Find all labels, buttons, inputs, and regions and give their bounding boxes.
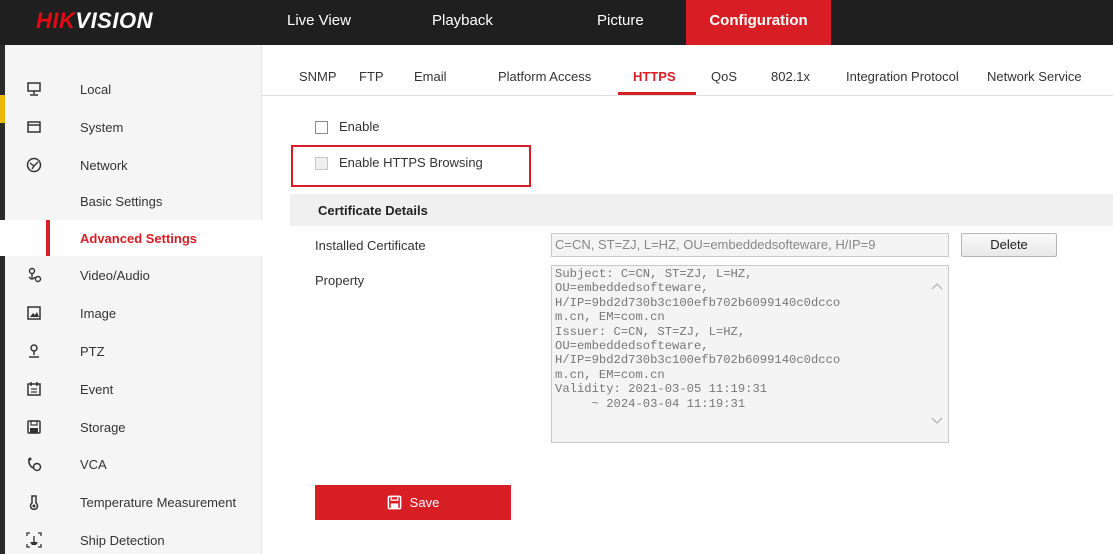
sidebar-item-label: Basic Settings	[80, 193, 163, 209]
tab-ftp[interactable]: FTP	[359, 69, 384, 84]
storage-icon	[26, 419, 42, 435]
sidebar-item-network[interactable]: Network	[0, 147, 262, 183]
sidebar-item-label: Video/Audio	[80, 267, 150, 283]
sidebar-item-label: Network	[80, 157, 128, 173]
sidebar-item-label: Event	[80, 381, 114, 397]
sidebar-item-label: PTZ	[80, 343, 105, 359]
image-icon	[26, 305, 42, 321]
ptz-icon	[26, 343, 42, 359]
vca-icon	[26, 456, 42, 472]
sidebar-item-vca[interactable]: VCA	[0, 446, 262, 482]
scroll-down-icon[interactable]	[930, 416, 944, 430]
tab-https[interactable]: HTTPS	[633, 69, 676, 84]
sidebar-item-temperature-measurement[interactable]: Temperature Measurement	[0, 484, 262, 520]
sidebar-item-basic-settings[interactable]: Basic Settings	[0, 183, 262, 219]
property-label: Property	[315, 273, 365, 288]
sidebar-item-storage[interactable]: Storage	[0, 409, 262, 445]
scroll-up-icon[interactable]	[930, 281, 944, 295]
sidebar-item-label: Ship Detection	[80, 532, 165, 548]
nav-playback[interactable]: Playback	[432, 0, 493, 45]
tab-8021x[interactable]: 802.1x	[771, 69, 810, 84]
sidebar-item-ship-detection[interactable]: Ship Detection	[0, 522, 262, 554]
section-title: Certificate Details	[318, 203, 428, 218]
nav-picture[interactable]: Picture	[597, 0, 644, 45]
save-icon	[387, 495, 402, 510]
event-icon	[26, 381, 42, 397]
nav-configuration[interactable]: Configuration	[686, 0, 831, 45]
nav-live-view[interactable]: Live View	[287, 0, 351, 45]
thermometer-icon	[26, 494, 42, 511]
sidebar-item-local[interactable]: Local	[0, 71, 262, 107]
enable-checkbox[interactable]	[315, 121, 328, 134]
sidebar-item-label: Advanced Settings	[80, 230, 198, 246]
tab-snmp[interactable]: SNMP	[299, 69, 337, 84]
tab-platform-access[interactable]: Platform Access	[498, 69, 591, 84]
monitor-icon	[26, 81, 42, 97]
video-audio-icon	[26, 267, 42, 283]
sidebar-item-event[interactable]: Event	[0, 371, 262, 407]
sidebar-item-image[interactable]: Image	[0, 295, 262, 331]
installed-certificate-field[interactable]: C=CN, ST=ZJ, L=HZ, OU=embeddedsofteware,…	[551, 233, 949, 257]
save-button[interactable]: Save	[315, 485, 511, 520]
sidebar-item-system[interactable]: System	[0, 109, 262, 145]
sidebar-item-ptz[interactable]: PTZ	[0, 333, 262, 369]
delete-button[interactable]: Delete	[961, 233, 1057, 257]
enable-https-browsing-checkbox[interactable]	[315, 157, 328, 170]
tab-email[interactable]: Email	[414, 69, 447, 84]
sidebar-item-advanced-settings[interactable]: Advanced Settings	[0, 220, 262, 256]
top-navigation-bar: HIKVISION Live View Playback Picture Con…	[0, 0, 1113, 45]
hikvision-logo: HIKVISION	[36, 8, 153, 33]
installed-certificate-label: Installed Certificate	[315, 238, 426, 253]
property-text: Subject: C=CN, ST=ZJ, L=HZ, OU=embeddeds…	[555, 267, 841, 411]
certificate-details-header: Certificate Details	[290, 194, 1113, 226]
system-icon	[26, 119, 42, 135]
ship-detection-icon	[26, 532, 42, 548]
sidebar: Local System Network Basic Settings Adva…	[0, 45, 262, 554]
sidebar-item-video-audio[interactable]: Video/Audio	[0, 257, 262, 293]
enable-https-browsing-label: Enable HTTPS Browsing	[339, 155, 483, 170]
sidebar-item-label: Storage	[80, 419, 126, 435]
sidebar-item-label: Temperature Measurement	[80, 494, 237, 510]
tab-bar: SNMP FTP Email Platform Access HTTPS QoS…	[262, 45, 1113, 96]
tab-qos[interactable]: QoS	[711, 69, 737, 84]
sidebar-item-label: System	[80, 119, 124, 135]
network-icon	[26, 157, 42, 173]
sidebar-item-label: Image	[80, 305, 117, 321]
tab-integration-protocol[interactable]: Integration Protocol	[846, 69, 959, 84]
active-tab-indicator	[618, 92, 696, 95]
tab-network-service[interactable]: Network Service	[987, 69, 1082, 84]
property-textarea[interactable]: Subject: C=CN, ST=ZJ, L=HZ, OU=embeddeds…	[551, 265, 949, 443]
sidebar-item-label: Local	[80, 81, 112, 97]
sidebar-item-label: VCA	[80, 456, 107, 472]
save-label: Save	[409, 495, 440, 510]
enable-label: Enable	[339, 119, 380, 134]
